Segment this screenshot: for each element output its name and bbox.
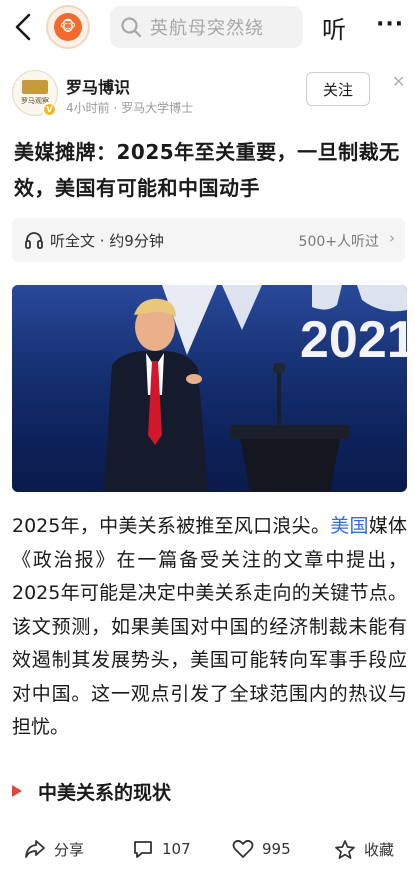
body-text-start: 2025年，中美关系被推至风口浪尖。 bbox=[12, 515, 331, 537]
app-logo-button[interactable]: 🐵 bbox=[46, 5, 90, 49]
body-text-rest: 媒体《政治报》在一篇备受关注的文章中提出，2025年可能是决定中美关系走向的关键… bbox=[12, 515, 407, 738]
search-icon bbox=[121, 17, 142, 38]
share-button[interactable]: 分享 bbox=[24, 836, 84, 862]
follow-button[interactable]: 关注 bbox=[306, 72, 370, 106]
search-input[interactable]: 英航母突然绕 bbox=[110, 6, 303, 48]
close-icon[interactable]: ✕ bbox=[392, 72, 405, 91]
share-icon bbox=[25, 840, 45, 858]
listen-button[interactable]: 听 bbox=[322, 10, 346, 45]
more-menu-button[interactable]: ··· bbox=[376, 12, 404, 37]
article-body: 2025年，中美关系被推至风口浪尖。美国媒体《政治报》在一篇备受关注的文章中提出… bbox=[12, 510, 407, 745]
article-title: 美媒摊牌：2025年至关重要，一旦制裁无效，美国有可能和中国动手 bbox=[14, 140, 400, 200]
star-icon bbox=[335, 839, 355, 859]
colosseum-logo-icon bbox=[22, 80, 48, 94]
chevron-right-icon: › bbox=[389, 229, 395, 247]
listen-count: 500+人听过 bbox=[298, 234, 379, 250]
chevron-left-icon bbox=[15, 13, 31, 41]
author-row: 罗马观察 V 罗马博识 4小时前 · 罗马大学博士 关注 ✕ bbox=[0, 66, 415, 124]
share-label: 分享 bbox=[54, 840, 85, 859]
photo-year-text: 2021 bbox=[300, 311, 407, 369]
top-bar: 🐵 英航母突然绕 听 ··· bbox=[0, 0, 415, 56]
monkey-logo-icon: 🐵 bbox=[54, 13, 82, 41]
comment-count: 107 bbox=[162, 840, 191, 858]
headphones-icon bbox=[25, 232, 43, 249]
like-count: 995 bbox=[262, 840, 291, 858]
comment-button[interactable]: 107 bbox=[132, 836, 191, 862]
section-heading: 中美关系的现状 bbox=[12, 776, 171, 806]
author-name[interactable]: 罗马博识 bbox=[66, 74, 130, 98]
listen-full-label: 听全文 · 约9分钟 bbox=[50, 232, 164, 250]
like-button[interactable]: 995 bbox=[232, 836, 291, 862]
comment-icon bbox=[134, 841, 152, 858]
favorite-button[interactable]: 收藏 bbox=[334, 836, 394, 862]
heart-icon bbox=[232, 839, 254, 858]
section-title: 中美关系的现状 bbox=[38, 781, 172, 804]
article-photo[interactable]: 2021 bbox=[12, 285, 407, 492]
author-meta: 4小时前 · 罗马大学博士 bbox=[66, 101, 194, 115]
favorite-label: 收藏 bbox=[364, 840, 395, 859]
triangle-bullet-icon bbox=[12, 785, 22, 797]
search-placeholder: 英航母突然绕 bbox=[150, 18, 264, 39]
back-button[interactable] bbox=[8, 10, 38, 44]
body-link-usa[interactable]: 美国 bbox=[330, 515, 369, 537]
verified-badge-icon: V bbox=[42, 102, 57, 117]
listen-full-bar[interactable]: 听全文 · 约9分钟 500+人听过 › bbox=[12, 218, 405, 262]
bottom-action-bar: 分享 107 995 收藏 bbox=[0, 824, 415, 879]
